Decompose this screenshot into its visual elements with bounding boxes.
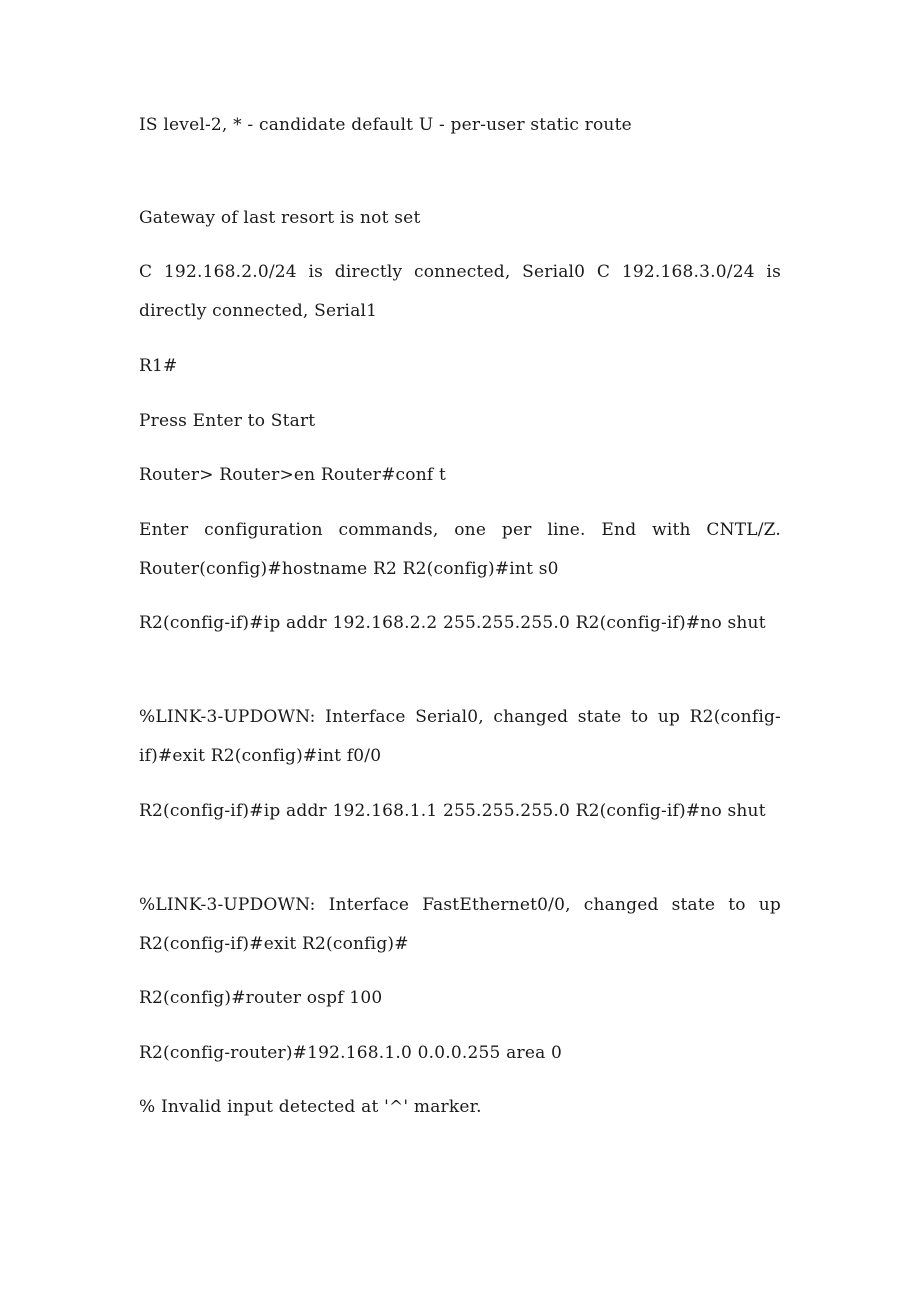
paragraph-connected-routes: C 192.168.2.0/24 is directly connected, …	[139, 262, 781, 321]
paragraph-router-ospf: R2(config)#router ospf 100	[139, 988, 383, 1008]
paragraph-router-enable: Router> Router>en Router#conf t	[139, 465, 446, 485]
paragraph-s0-ip-addr: R2(config-if)#ip addr 192.168.2.2 255.25…	[139, 613, 766, 633]
paragraph-f0-ip-addr: R2(config-if)#ip addr 192.168.1.1 255.25…	[139, 801, 766, 821]
paragraph-config-hostname: Enter configuration commands, one per li…	[139, 520, 781, 579]
paragraph-fastethernet-up: %LINK-3-UPDOWN: Interface FastEthernet0/…	[139, 895, 781, 954]
paragraph-ospf-network: R2(config-router)#192.168.1.0 0.0.0.255 …	[139, 1043, 563, 1063]
paragraph-r1-prompt: R1#	[139, 356, 178, 376]
paragraph-press-enter: Press Enter to Start	[139, 411, 316, 431]
paragraph-gateway: Gateway of last resort is not set	[139, 208, 421, 228]
paragraph-invalid-input: % Invalid input detected at '^' marker.	[139, 1097, 482, 1117]
paragraph-route-codes: IS level-2, * - candidate default U - pe…	[139, 115, 632, 135]
paragraph-serial0-up: %LINK-3-UPDOWN: Interface Serial0, chang…	[139, 707, 781, 766]
